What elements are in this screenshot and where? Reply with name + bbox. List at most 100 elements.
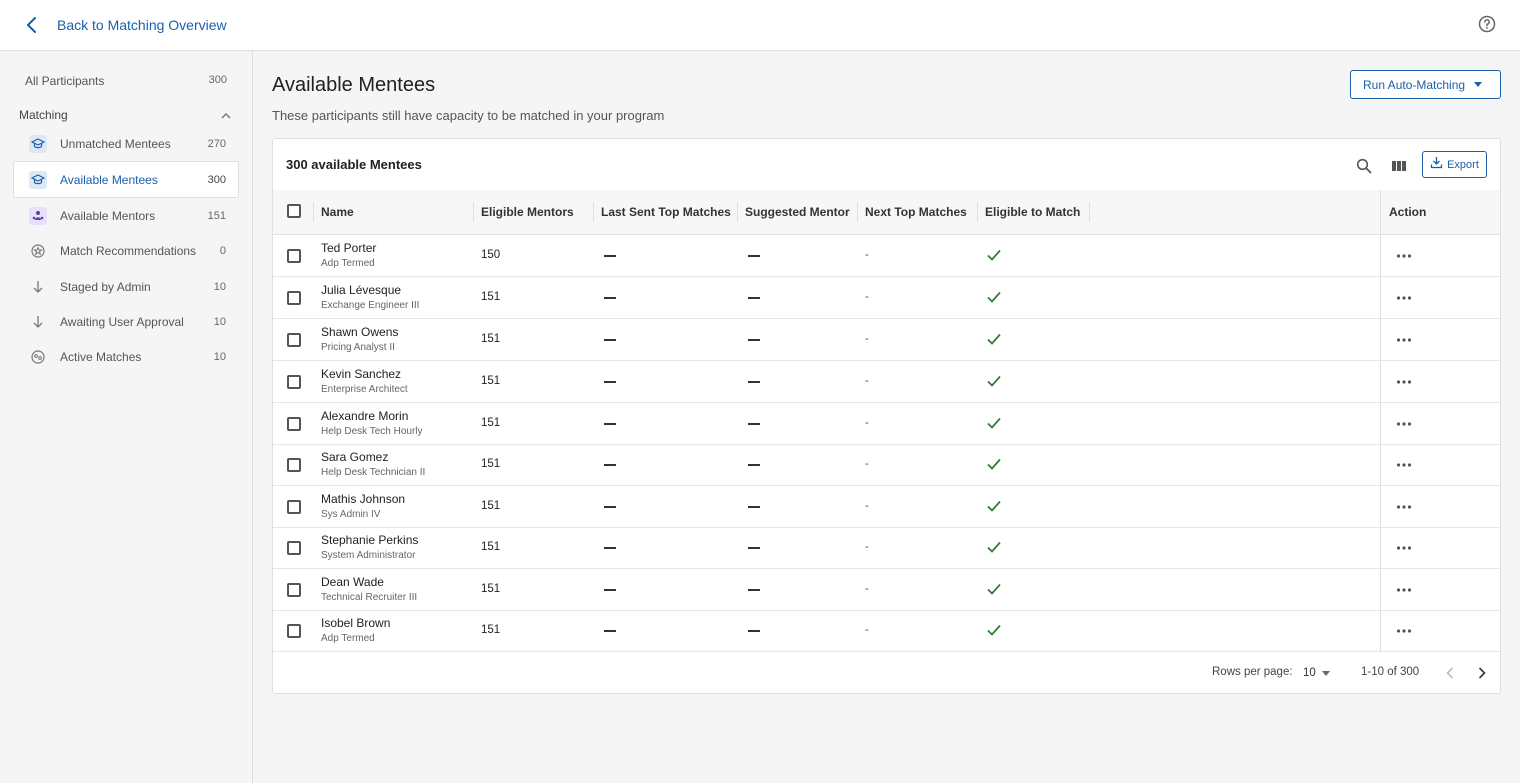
help-circle-icon[interactable]	[1478, 15, 1498, 35]
more-actions-icon[interactable]	[1395, 289, 1413, 307]
row-checkbox[interactable]	[287, 583, 301, 597]
more-actions-icon[interactable]	[1395, 373, 1413, 391]
column-header-last-sent-top-matches[interactable]: Last Sent Top Matches	[601, 190, 731, 234]
column-header-suggested-mentor[interactable]: Suggested Mentor	[745, 190, 850, 234]
select-all-checkbox[interactable]	[287, 204, 301, 218]
table-row[interactable]: Sara Gomez Help Desk Technician II 151 -	[273, 444, 1500, 486]
row-checkbox[interactable]	[287, 624, 301, 638]
eligible-mentors-value: 151	[481, 333, 501, 345]
mentee-job-title: System Administrator	[321, 550, 416, 561]
column-header-name[interactable]: Name	[321, 190, 354, 234]
caret-down-icon	[1321, 670, 1330, 676]
sidebar-item-available-mentees[interactable]: Available Mentees 300	[13, 161, 239, 198]
empty-dash	[748, 255, 760, 257]
row-checkbox[interactable]	[287, 333, 301, 347]
row-checkbox[interactable]	[287, 458, 301, 472]
table-row[interactable]: Dean Wade Technical Recruiter III 151 -	[273, 569, 1500, 611]
table-row[interactable]: Isobel Brown Adp Termed 151 -	[273, 610, 1500, 652]
next-top-matches-value: -	[865, 541, 869, 553]
download-icon	[1430, 156, 1443, 174]
section-label: Matching	[19, 108, 68, 122]
row-checkbox[interactable]	[287, 249, 301, 263]
row-checkbox[interactable]	[287, 500, 301, 514]
column-header-eligible-to-match[interactable]: Eligible to Match	[985, 190, 1080, 234]
more-actions-icon[interactable]	[1395, 581, 1413, 599]
sidebar-item-count: 151	[207, 209, 226, 222]
row-checkbox[interactable]	[287, 541, 301, 555]
back-to-overview-button[interactable]: Back to Matching Overview	[18, 11, 227, 39]
sidebar-item-unmatched-mentees[interactable]: Unmatched Mentees 270	[13, 125, 239, 162]
next-page-button[interactable]	[1471, 662, 1493, 684]
row-checkbox[interactable]	[287, 417, 301, 431]
search-icon[interactable]	[1353, 155, 1375, 177]
eligible-mentors-value: 151	[481, 500, 501, 512]
columns-icon[interactable]	[1388, 155, 1410, 177]
sidebar-item-count: 10	[213, 315, 226, 328]
mentee-name[interactable]: Stephanie Perkins	[321, 533, 418, 548]
rows-per-page-label: Rows per page:	[1212, 666, 1293, 678]
column-divider	[593, 202, 594, 222]
name-cell: Isobel Brown Adp Termed	[321, 616, 390, 646]
sidebar-section-matching[interactable]: Matching	[19, 106, 231, 124]
table-row[interactable]: Kevin Sanchez Enterprise Architect 151 -	[273, 361, 1500, 403]
export-button[interactable]: Export	[1422, 151, 1487, 178]
column-header-next-top-matches[interactable]: Next Top Matches	[865, 190, 967, 234]
table-row[interactable]: Ted Porter Adp Termed 150 -	[273, 235, 1500, 277]
column-header-eligible-mentors[interactable]: Eligible Mentors	[481, 190, 574, 234]
more-actions-icon[interactable]	[1395, 456, 1413, 474]
mortarboard-icon	[29, 134, 47, 153]
empty-dash	[604, 630, 616, 632]
check-icon	[986, 456, 1002, 472]
sidebar-item-awaiting-user-approval[interactable]: Awaiting User Approval 10	[13, 303, 239, 340]
mentee-name[interactable]: Alexandre Morin	[321, 409, 423, 424]
mentee-name[interactable]: Sara Gomez	[321, 450, 425, 465]
sidebar-item-label: Unmatched Mentees	[60, 136, 171, 151]
row-checkbox[interactable]	[287, 375, 301, 389]
mentee-name[interactable]: Shawn Owens	[321, 325, 398, 340]
page-title: Available Mentees	[272, 74, 436, 96]
empty-dash	[604, 381, 616, 383]
empty-dash	[748, 423, 760, 425]
next-top-matches-value: -	[865, 249, 869, 261]
more-actions-icon[interactable]	[1395, 539, 1413, 557]
sidebar-item-match-recommendations[interactable]: Match Recommendations 0	[13, 232, 239, 269]
sidebar-item-all-participants[interactable]: All Participants 300	[25, 74, 227, 90]
export-label: Export	[1447, 158, 1479, 171]
empty-dash	[604, 423, 616, 425]
name-cell: Shawn Owens Pricing Analyst II	[321, 325, 398, 355]
mentee-name[interactable]: Julia Lévesque	[321, 283, 419, 298]
column-divider	[1089, 202, 1090, 222]
more-actions-icon[interactable]	[1395, 622, 1413, 640]
sidebar-item-staged-by-admin[interactable]: Staged by Admin 10	[13, 268, 239, 305]
mentee-name[interactable]: Dean Wade	[321, 575, 417, 590]
next-top-matches-value: -	[865, 333, 869, 345]
run-auto-matching-button[interactable]: Run Auto-Matching	[1350, 70, 1501, 99]
next-top-matches-value: -	[865, 458, 869, 470]
mentee-name[interactable]: Isobel Brown	[321, 616, 390, 631]
table-row[interactable]: Julia Lévesque Exchange Engineer III 151…	[273, 277, 1500, 319]
empty-dash	[604, 547, 616, 549]
eligible-mentors-value: 151	[481, 541, 501, 553]
sidebar-item-count: 300	[207, 173, 226, 186]
mentee-name[interactable]: Ted Porter	[321, 241, 376, 256]
eligible-mentors-value: 151	[481, 417, 501, 429]
table-row[interactable]: Alexandre Morin Help Desk Tech Hourly 15…	[273, 403, 1500, 445]
sidebar-item-active-matches[interactable]: Active Matches 10	[13, 338, 239, 375]
check-icon	[986, 289, 1002, 305]
rows-per-page-select[interactable]: 10	[1303, 664, 1330, 682]
table-row[interactable]: Shawn Owens Pricing Analyst II 151 -	[273, 319, 1500, 361]
sidebar-item-available-mentors[interactable]: Available Mentors 151	[13, 197, 239, 234]
empty-dash	[748, 547, 760, 549]
empty-dash	[748, 381, 760, 383]
table-row[interactable]: Mathis Johnson Sys Admin IV 151 -	[273, 486, 1500, 528]
more-actions-icon[interactable]	[1395, 331, 1413, 349]
more-actions-icon[interactable]	[1395, 247, 1413, 265]
mentee-name[interactable]: Kevin Sanchez	[321, 367, 408, 382]
table-row[interactable]: Stephanie Perkins System Administrator 1…	[273, 527, 1500, 569]
name-cell: Alexandre Morin Help Desk Tech Hourly	[321, 409, 423, 439]
more-actions-icon[interactable]	[1395, 415, 1413, 433]
more-actions-icon[interactable]	[1395, 498, 1413, 516]
mentee-name[interactable]: Mathis Johnson	[321, 492, 405, 507]
prev-page-button[interactable]	[1439, 662, 1461, 684]
row-checkbox[interactable]	[287, 291, 301, 305]
